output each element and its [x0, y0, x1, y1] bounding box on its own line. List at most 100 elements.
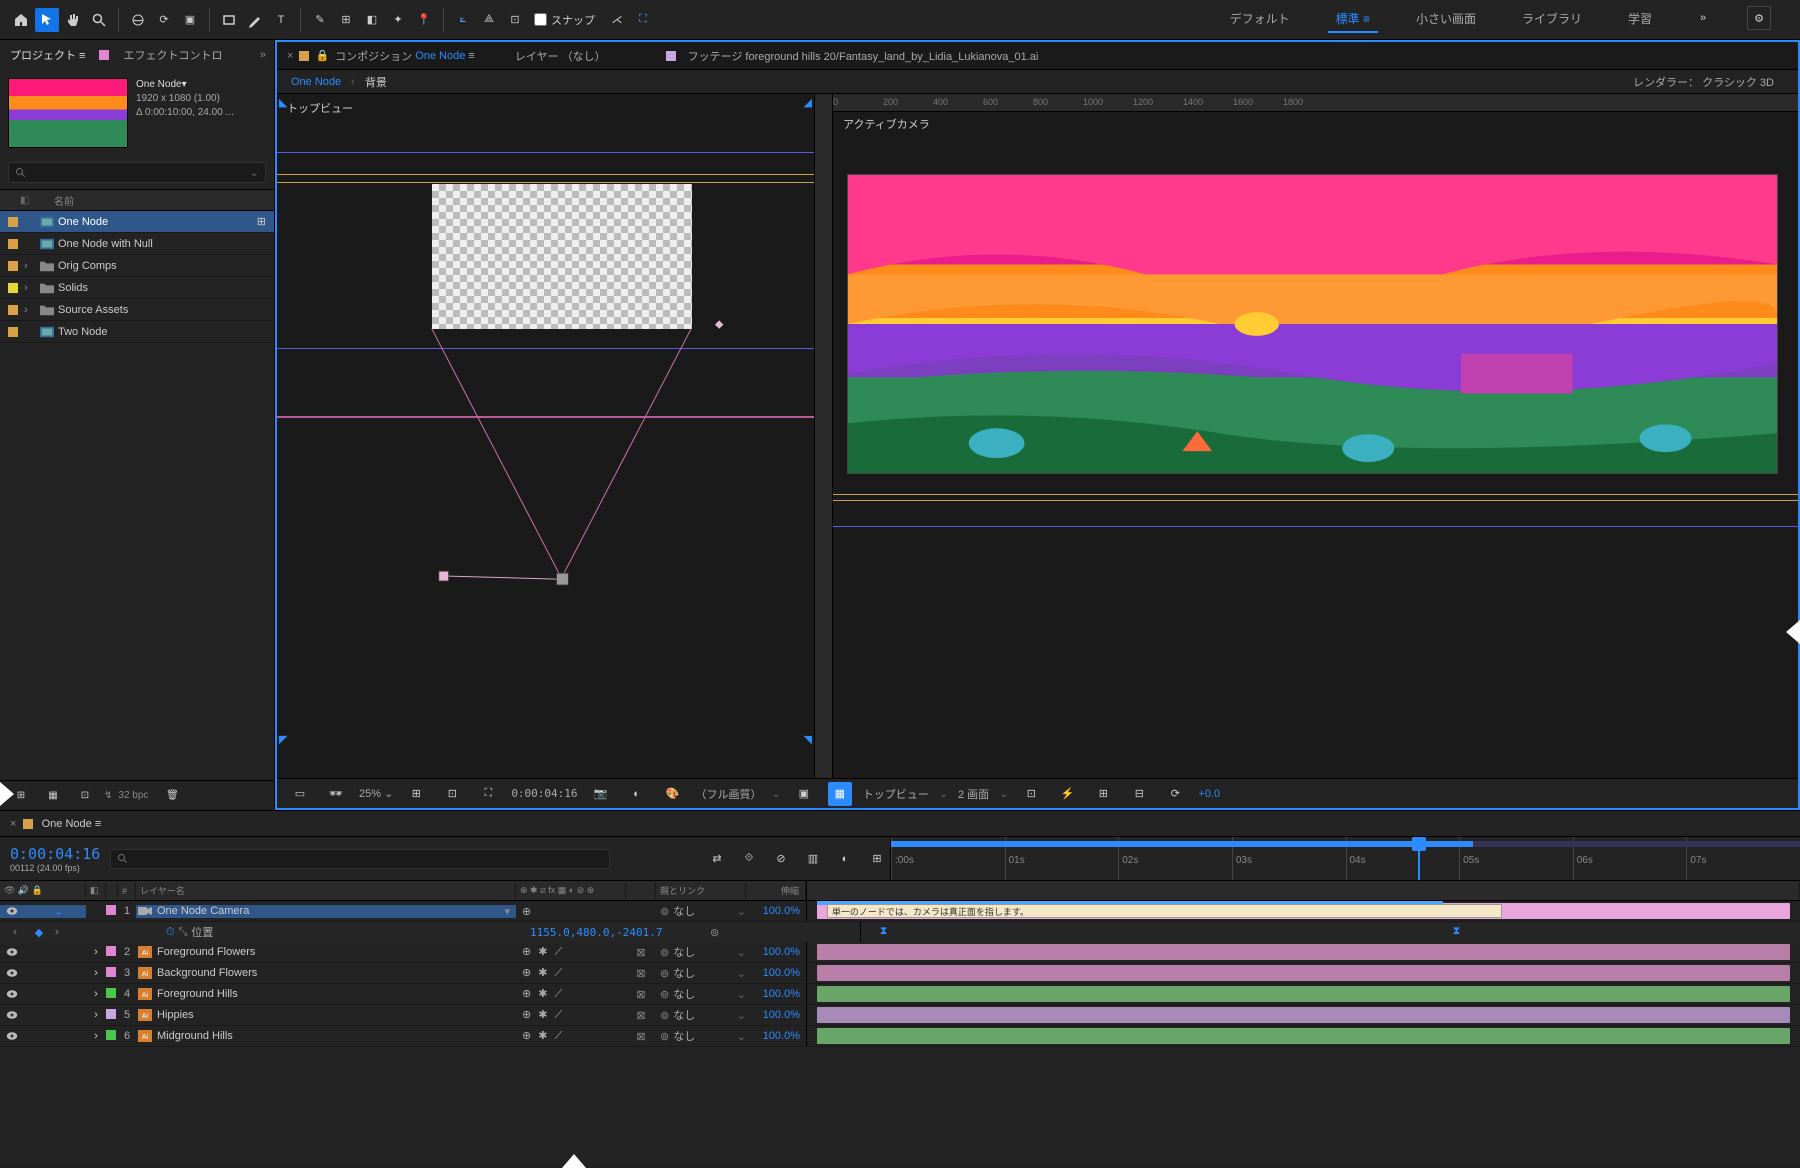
rotate-tool-icon[interactable]: ⟳ [152, 8, 176, 32]
layer-row[interactable]: › 4 AiForeground Hills ⊕ ✱ ⟋ ⊠ ⊚なし⌄ 100.… [0, 984, 1800, 1005]
snapshot-icon[interactable]: 📷 [589, 782, 613, 806]
project-item[interactable]: One Node⊞ [0, 211, 274, 233]
selection-tool-icon[interactable] [35, 8, 59, 32]
comp-mini-flow-icon[interactable]: ⇄ [705, 847, 729, 871]
settings-icon[interactable]: ⚙ [1747, 6, 1771, 30]
home-icon[interactable] [9, 8, 33, 32]
current-time[interactable]: 0:00:04:16 [511, 787, 577, 800]
exposure-value[interactable]: +0.0 [1198, 788, 1220, 800]
layer-name-header[interactable]: レイヤー名 [136, 881, 516, 900]
lock-icon[interactable]: 🔒 [315, 49, 329, 62]
brush-tool-icon[interactable]: ✎ [308, 8, 332, 32]
layer-row[interactable]: › 3 AiBackground Flowers ⊕ ✱ ⟋ ⊠ ⊚なし⌄ 10… [0, 963, 1800, 984]
ws-default[interactable]: デフォルト [1222, 6, 1298, 33]
project-item[interactable]: › Source Assets [0, 299, 274, 321]
layer-row[interactable]: › 6 AiMidground Hills ⊕ ✱ ⟋ ⊠ ⊚なし⌄ 100.0… [0, 1026, 1800, 1047]
project-item[interactable]: Two Node [0, 321, 274, 343]
breadcrumb-current[interactable]: One Node [291, 76, 341, 88]
snap-opt1-icon[interactable]: ⋌ [605, 8, 629, 32]
snap-checkbox[interactable] [534, 13, 547, 26]
eraser-tool-icon[interactable]: ◧ [360, 8, 384, 32]
active-camera-view[interactable]: 020040060080010001200140016001800 アクティブカ… [815, 94, 1798, 778]
timeline-search[interactable] [110, 849, 610, 869]
trash-icon[interactable]: 🗑 [160, 784, 184, 808]
clone-tool-icon[interactable]: ⊞ [334, 8, 358, 32]
view-layout-select[interactable]: トップビュー [863, 786, 929, 802]
flowchart-icon[interactable]: ⊟ [1127, 782, 1151, 806]
roto-brush-icon[interactable]: ✦ [386, 8, 410, 32]
type-tool-icon[interactable]: T [269, 8, 293, 32]
transparency-toggle-icon[interactable]: ▦ [828, 782, 852, 806]
layer-tab[interactable]: レイヤー （なし） [515, 48, 606, 64]
ws-learn[interactable]: 学習 [1620, 6, 1660, 33]
project-search[interactable]: ⌄ [8, 162, 266, 183]
snap-opt2-icon[interactable]: ⛶ [631, 8, 655, 32]
zoom-select[interactable]: 25% ⌄ [359, 787, 393, 800]
channel-icon[interactable]: ◐ [625, 782, 649, 806]
color-mgmt-icon[interactable]: 🎨 [661, 782, 685, 806]
more-workspaces-icon[interactable]: » [1691, 6, 1715, 30]
layer-row[interactable]: › 2 AiForeground Flowers ⊕ ✱ ⟋ ⊠ ⊚なし⌄ 10… [0, 942, 1800, 963]
safe-zone-icon[interactable]: ⛶ [476, 782, 500, 806]
view-count-select[interactable]: 2 画面 [958, 786, 989, 802]
timeline-tab[interactable]: One Node [42, 818, 92, 830]
name-column-header[interactable]: 名前 [54, 193, 74, 208]
3d-toggle-icon[interactable]: 🕶 [324, 782, 348, 806]
ws-library[interactable]: ライブラリ [1514, 6, 1590, 33]
roi-icon[interactable]: ▣ [792, 782, 816, 806]
puppet-tool-icon[interactable]: 📍 [412, 8, 436, 32]
grid-icon[interactable]: ⊞ [404, 782, 428, 806]
zoom-tool-icon[interactable] [87, 8, 111, 32]
property-row-position[interactable]: ‹ ◆ › ⏱⤡位置 1155.0,480.0,-2401.7 ⊚ ⧗ ⧗ [0, 922, 1800, 942]
new-folder-icon[interactable]: ▦ [41, 784, 65, 808]
timeline-search-input[interactable] [129, 853, 603, 865]
project-search-input[interactable] [27, 167, 250, 179]
project-item[interactable]: › Orig Comps [0, 255, 274, 277]
svg-text:Ai: Ai [142, 992, 149, 999]
bpc-label[interactable]: 32 bpc [118, 790, 148, 801]
axis-view-icon[interactable]: ⊡ [503, 8, 527, 32]
graph-editor-icon[interactable]: ⊞ [865, 847, 889, 871]
shy-icon[interactable]: ⊘ [769, 847, 793, 871]
rendered-scene [847, 174, 1778, 474]
rectangle-tool-icon[interactable] [217, 8, 241, 32]
hand-tool-icon[interactable] [61, 8, 85, 32]
axis-local-icon[interactable]: ⟀ [451, 8, 475, 32]
layer-row[interactable]: › 5 AiHippies ⊕ ✱ ⟋ ⊠ ⊚なし⌄ 100.0% [0, 1005, 1800, 1026]
footage-tab[interactable]: フッテージ foreground hills 20/Fantasy_land_b… [666, 48, 1039, 64]
renderer-selector[interactable]: レンダラー： クラシック 3D [1633, 74, 1784, 90]
effect-controls-tab[interactable]: エフェクトコントロ [113, 41, 232, 69]
fast-preview-icon[interactable]: ⚡ [1055, 782, 1079, 806]
comp-thumbnail[interactable] [8, 78, 128, 148]
pan-behind-tool-icon[interactable]: ▣ [178, 8, 202, 32]
time-ruler[interactable]: :00s01s02s03s04s05s06s07s [890, 837, 1800, 880]
new-comp-icon[interactable]: ⊡ [73, 784, 97, 808]
parent-header[interactable]: 親とリンク [656, 881, 746, 900]
mask-toggle-icon[interactable]: ▭ [288, 782, 312, 806]
layer-row[interactable]: ⌄ 1 One Node Camera▾ ⊕ ⊚なし⌄ 100.0% 単一のノー… [0, 901, 1800, 922]
orbit-tool-icon[interactable] [126, 8, 150, 32]
pen-tool-icon[interactable] [243, 8, 267, 32]
panel-overflow-icon[interactable]: » [252, 49, 274, 61]
motion-blur-icon[interactable]: ◐ [833, 847, 857, 871]
stretch-header[interactable]: 伸縮 [746, 881, 806, 900]
timeline-icon[interactable]: ⊞ [1091, 782, 1115, 806]
axis-world-icon[interactable]: ⟁ [477, 8, 501, 32]
project-tab[interactable]: プロジェクト ≡ [0, 41, 95, 69]
project-item[interactable]: › Solids [0, 277, 274, 299]
project-item[interactable]: One Node with Null [0, 233, 274, 255]
comp-metadata: One Node▾ 1920 x 1080 (1.00) Δ 0:00:10:0… [136, 78, 234, 148]
guides-icon[interactable]: ⊡ [440, 782, 464, 806]
timeline-panel: × One Node ≡ 0:00:04:16 00112 (24.00 fps… [0, 810, 1800, 1167]
comp-tab-active[interactable]: One Node [415, 50, 465, 62]
reset-exposure-icon[interactable]: ⟳ [1163, 782, 1187, 806]
timeline-timecode[interactable]: 0:00:04:16 [10, 845, 100, 863]
draft3d-icon[interactable]: ⟐ [737, 847, 761, 871]
ws-small[interactable]: 小さい画面 [1408, 6, 1484, 33]
resolution-select[interactable]: （フル画質） [696, 786, 762, 802]
top-view[interactable]: トップビュー ◣ ◢ ◤ ◥ [277, 94, 815, 778]
ws-standard[interactable]: 標準 ≡ [1328, 6, 1378, 33]
frame-blend-icon[interactable]: ▥ [801, 847, 825, 871]
breadcrumb-next[interactable]: 背景 [365, 74, 387, 90]
pixel-aspect-icon[interactable]: ⊡ [1019, 782, 1043, 806]
